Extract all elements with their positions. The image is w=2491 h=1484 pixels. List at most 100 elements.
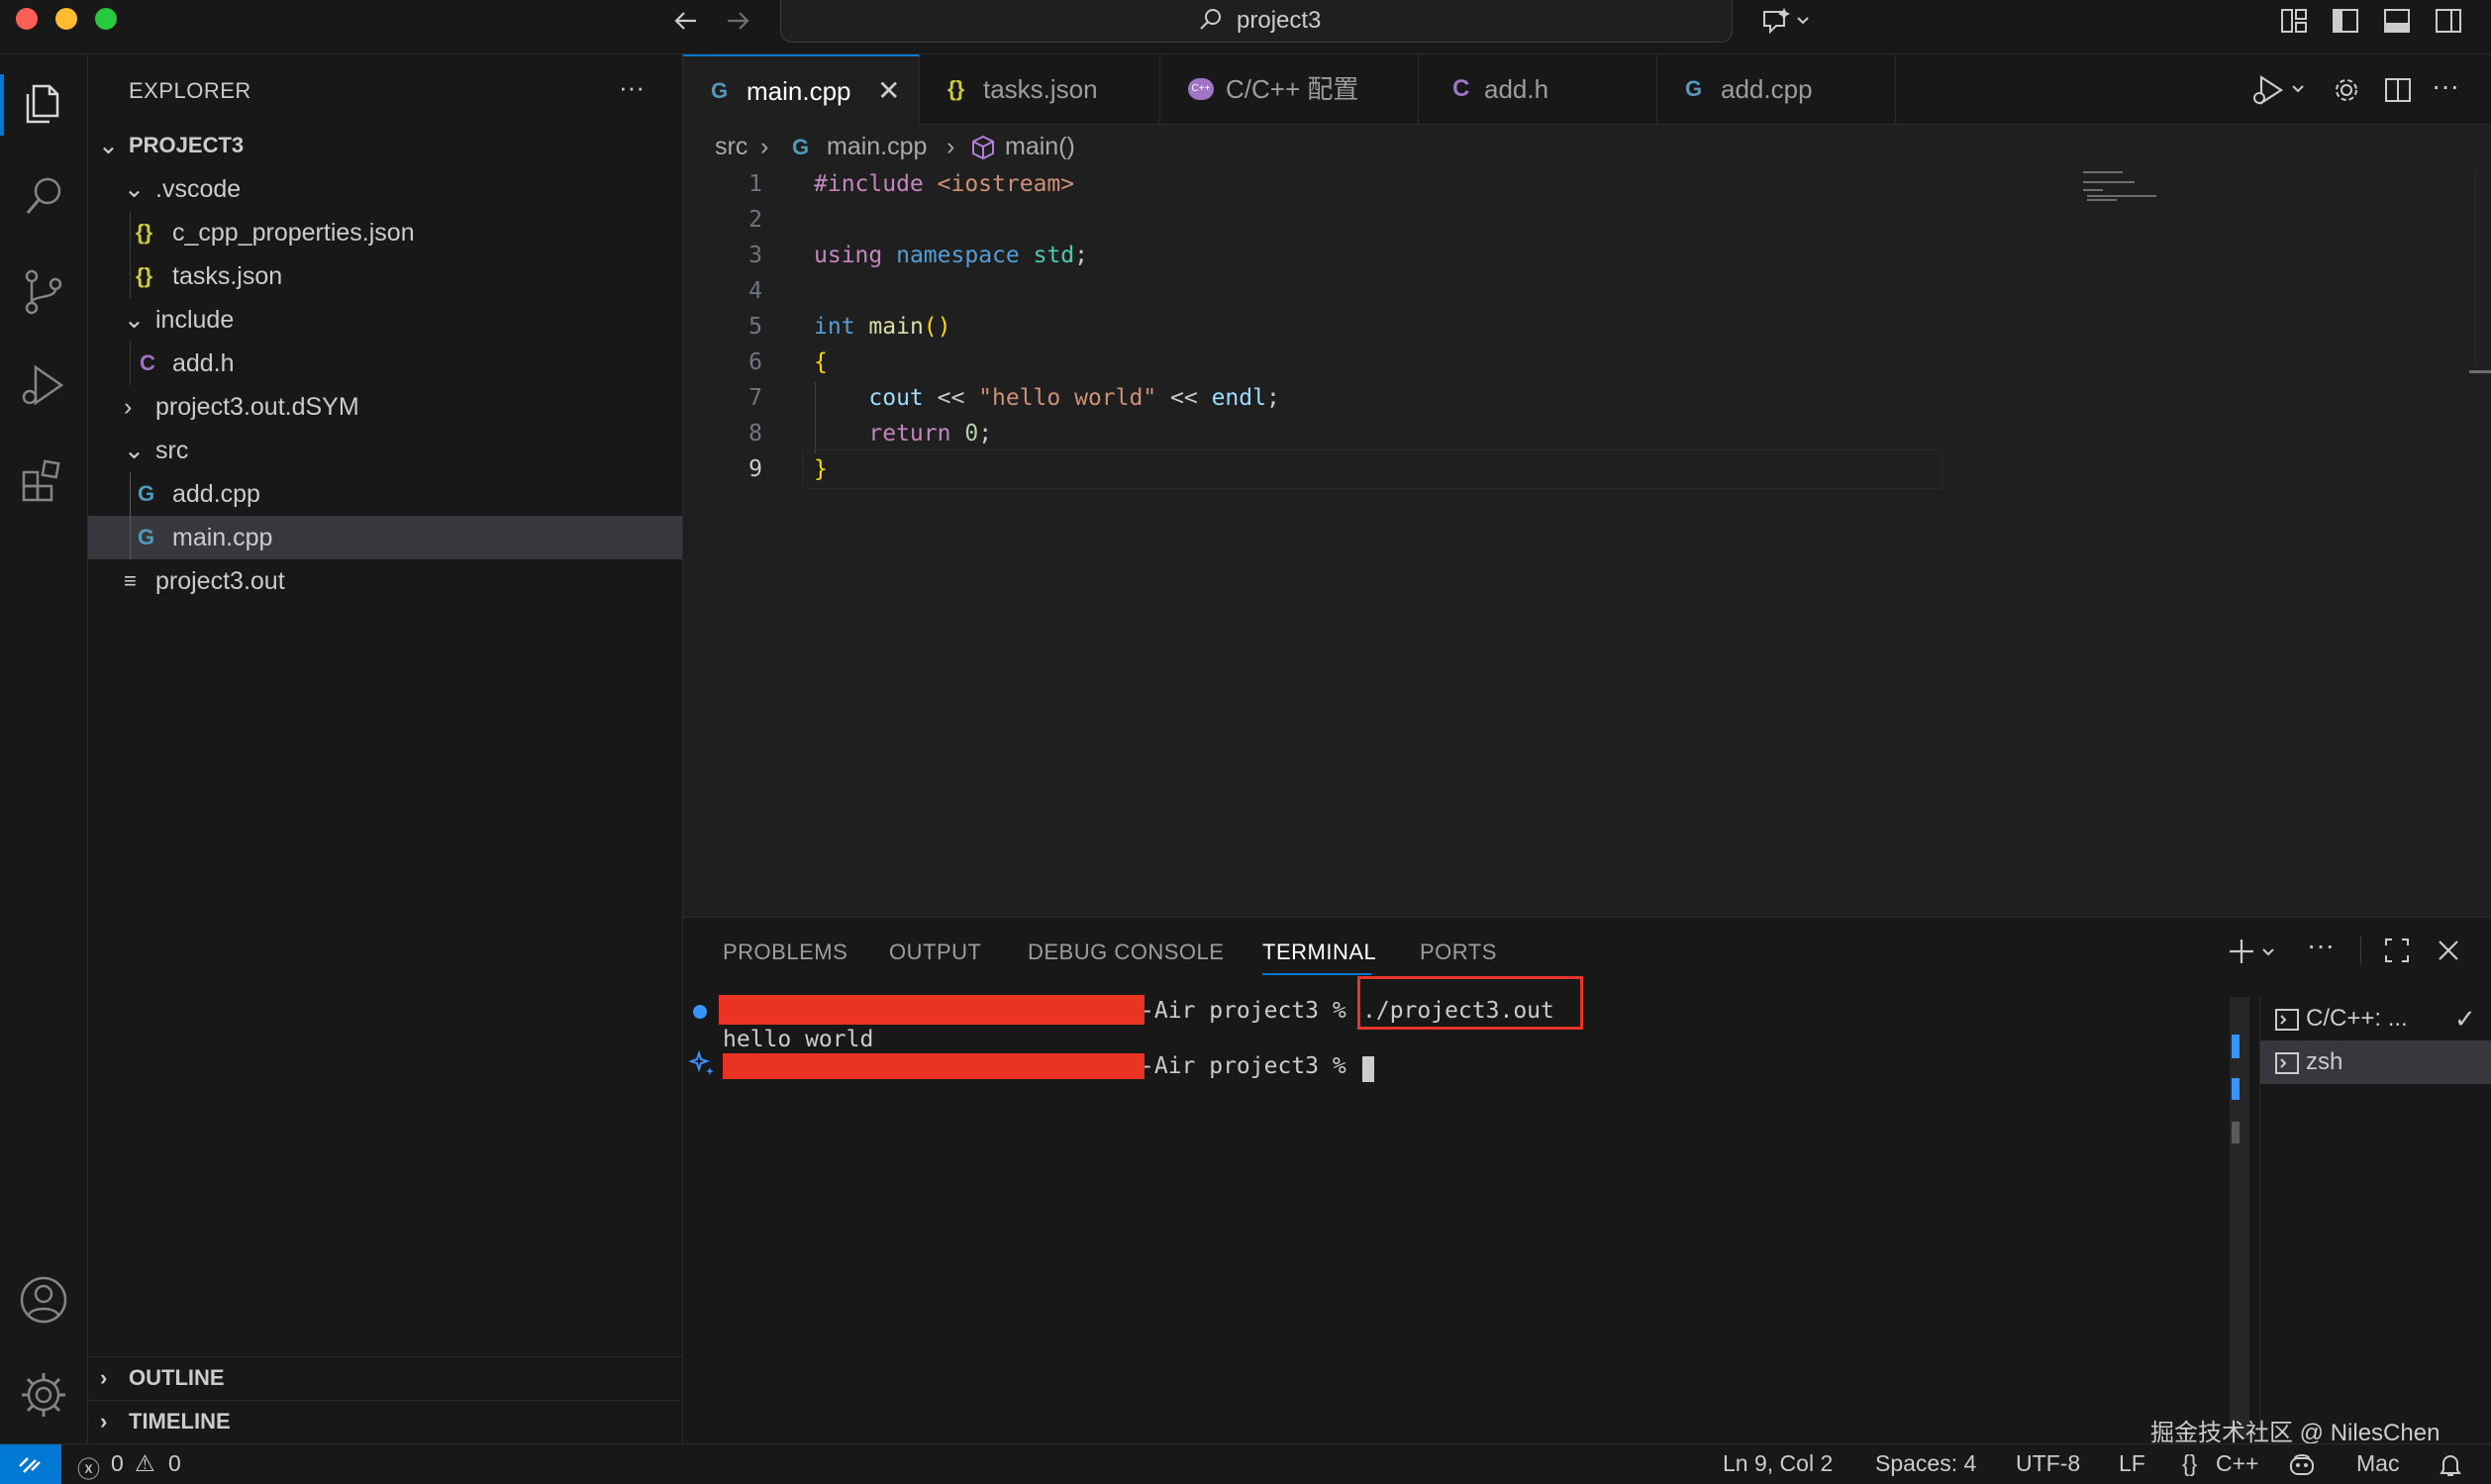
breadcrumb-folder[interactable]: src	[715, 133, 747, 161]
active-indicator	[0, 74, 4, 136]
highlight-box	[1357, 976, 1583, 1030]
minimize-window-button[interactable]	[55, 8, 77, 30]
breadcrumb-symbol[interactable]: main()	[1005, 133, 1075, 161]
cpp-file-icon: G	[711, 78, 729, 103]
terminal-list-item-cpp[interactable]: C/C++: ... ✓	[2260, 997, 2491, 1040]
panel-tab-terminal[interactable]: TERMINAL	[1262, 940, 1376, 965]
close-tab-icon[interactable]: ✕	[877, 56, 900, 126]
warning-icon[interactable]: ⚠	[135, 1450, 155, 1477]
indentation[interactable]: Spaces: 4	[1875, 1450, 1976, 1477]
code-editor[interactable]: 1 2 3 4 5 6 7 8 9 #include <iostream> us…	[683, 170, 2491, 917]
tree-folder-include[interactable]: ⌄ include	[88, 298, 682, 342]
more-actions-icon[interactable]: ···	[2432, 70, 2459, 102]
code-line-8: return 0;	[868, 421, 993, 446]
accounts-icon[interactable]	[16, 1272, 71, 1328]
copilot-icon[interactable]	[1760, 4, 1814, 38]
back-arrow-icon[interactable]	[671, 6, 701, 36]
c-header-file-icon: C	[1452, 75, 1470, 102]
error-icon[interactable]: ⓧ	[77, 1450, 100, 1484]
terminal-prompt: -Air project3 %	[1141, 998, 1360, 1024]
panel-tab-debug-console[interactable]: DEBUG CONSOLE	[1028, 940, 1224, 965]
active-tab-underline	[1262, 973, 1371, 975]
tree-folder-src[interactable]: ⌄ src	[88, 429, 682, 472]
breadcrumb-file[interactable]: main.cpp	[827, 133, 927, 161]
toggle-primary-sidebar-icon[interactable]	[2331, 6, 2360, 36]
timeline-section-header[interactable]: › TIMELINE	[88, 1400, 682, 1442]
tree-file-add-cpp[interactable]: G add.cpp	[88, 472, 682, 516]
maximize-panel-icon[interactable]	[2382, 936, 2412, 965]
command-center-search[interactable]: project3	[780, 0, 1733, 43]
customize-layout-icon[interactable]	[2279, 6, 2309, 36]
end-of-line[interactable]: LF	[2119, 1450, 2145, 1477]
extensions-icon[interactable]	[16, 452, 71, 508]
close-panel-icon[interactable]	[2434, 936, 2463, 965]
title-bar: project3	[0, 0, 2491, 54]
panel-tab-problems[interactable]: PROBLEMS	[723, 940, 847, 965]
manage-gear-icon[interactable]	[16, 1367, 71, 1423]
scrollbar-track[interactable]	[2475, 170, 2476, 368]
new-terminal-icon[interactable]	[2226, 936, 2285, 967]
terminal-list-item-zsh[interactable]: zsh	[2260, 1040, 2491, 1084]
cursor-position[interactable]: Ln 9, Col 2	[1723, 1450, 1833, 1477]
symbol-method-icon	[970, 135, 996, 160]
tree-file-tasks-json[interactable]: {} tasks.json	[88, 254, 682, 298]
run-and-debug-icon[interactable]	[16, 357, 71, 413]
scroll-marker	[2232, 1035, 2240, 1058]
json-file-icon: {}	[136, 220, 153, 245]
toggle-panel-icon[interactable]	[2382, 6, 2412, 36]
remote-indicator[interactable]	[0, 1444, 61, 1484]
split-editor-icon[interactable]	[2382, 74, 2414, 106]
tab-add-h[interactable]: C add.h	[1419, 54, 1657, 124]
watermark: 掘金技术社区 @ NilesChen	[2150, 1420, 2441, 1446]
copilot-status-icon[interactable]	[2287, 1450, 2317, 1478]
search-icon	[1197, 6, 1225, 34]
code-line-9: }	[814, 456, 828, 482]
chevron-right-icon: ›	[124, 393, 133, 421]
forward-arrow-icon[interactable]	[723, 6, 752, 36]
run-debug-dropdown-icon[interactable]	[2251, 72, 2311, 108]
cpp-file-icon: G	[138, 481, 155, 506]
platform[interactable]: Mac	[2356, 1450, 2399, 1477]
editor-tab-bar: G main.cpp ✕ {} tasks.json C++ C/C++ 配置 …	[683, 54, 2491, 126]
tree-file-main-cpp[interactable]: G main.cpp	[88, 516, 682, 559]
file-encoding[interactable]: UTF-8	[2016, 1450, 2080, 1477]
tree-folder-project3-dsym[interactable]: › project3.out.dSYM	[88, 385, 682, 429]
more-actions-icon[interactable]: ···	[619, 72, 645, 103]
tab-cpp-config[interactable]: C++ C/C++ 配置	[1160, 54, 1419, 124]
zoom-window-button[interactable]	[95, 8, 117, 30]
outline-section-header[interactable]: › OUTLINE	[88, 1356, 682, 1399]
explorer-files-icon[interactable]	[16, 76, 71, 132]
tree-file-add-h[interactable]: C add.h	[88, 342, 682, 385]
tree-file-c-cpp-properties[interactable]: {} c_cpp_properties.json	[88, 211, 682, 254]
explorer-sidebar: EXPLORER ··· ⌄ PROJECT3 ⌄ .vscode {} c_c…	[88, 54, 683, 1443]
tree-folder-vscode[interactable]: ⌄ .vscode	[88, 167, 682, 211]
more-actions-icon[interactable]: ···	[2307, 930, 2335, 961]
panel-tab-ports[interactable]: PORTS	[1420, 940, 1497, 965]
code-line-3: using namespace std;	[814, 243, 1088, 268]
bottom-panel: PROBLEMS OUTPUT DEBUG CONSOLE TERMINAL P…	[683, 917, 2491, 1446]
language-mode[interactable]: C++	[2216, 1450, 2258, 1477]
tab-add-cpp[interactable]: G add.cpp	[1657, 54, 1896, 124]
toggle-secondary-sidebar-icon[interactable]	[2434, 6, 2463, 36]
settings-gear-icon[interactable]	[2331, 74, 2362, 106]
notifications-bell-icon[interactable]	[2438, 1452, 2463, 1478]
tab-main-cpp[interactable]: G main.cpp ✕	[683, 54, 920, 126]
project-root-folder[interactable]: ⌄ PROJECT3	[88, 124, 682, 167]
tab-tasks-json[interactable]: {} tasks.json	[920, 54, 1160, 124]
chevron-right-icon: ›	[100, 1409, 108, 1434]
error-count[interactable]: 0	[111, 1450, 124, 1477]
close-window-button[interactable]	[16, 8, 38, 30]
command-status-dot-icon	[693, 1005, 707, 1019]
panel-tab-output[interactable]: OUTPUT	[889, 940, 981, 965]
sparkle-icon[interactable]	[689, 1050, 717, 1078]
search-icon[interactable]	[16, 169, 71, 225]
terminal-scrollbar[interactable]	[2230, 997, 2249, 1438]
terminal-list: C/C++: ... ✓ zsh	[2259, 997, 2491, 1438]
c-header-file-icon: C	[140, 350, 155, 375]
source-control-icon[interactable]	[16, 264, 71, 320]
activity-bar	[0, 54, 88, 1443]
tree-file-project3-out[interactable]: ≡ project3.out	[88, 559, 682, 603]
terminal-prompt: -Air project3 %	[1141, 1053, 1360, 1079]
minimap[interactable]	[2083, 171, 2214, 201]
warning-count[interactable]: 0	[168, 1450, 181, 1477]
